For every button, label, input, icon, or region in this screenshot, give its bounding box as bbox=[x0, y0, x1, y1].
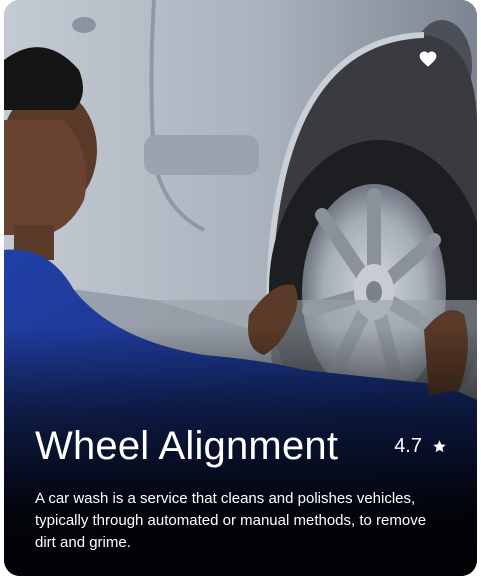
favorite-button[interactable] bbox=[415, 46, 441, 72]
service-card[interactable]: Wheel Alignment 4.7 A car wash is a serv… bbox=[4, 0, 477, 576]
heart-icon bbox=[418, 49, 438, 69]
title-row: Wheel Alignment 4.7 bbox=[35, 424, 449, 468]
card-content: Wheel Alignment 4.7 A car wash is a serv… bbox=[35, 424, 449, 554]
rating-value: 4.7 bbox=[394, 434, 422, 457]
rating: 4.7 bbox=[394, 435, 447, 458]
star-icon bbox=[432, 439, 447, 454]
service-title: Wheel Alignment bbox=[35, 424, 339, 468]
service-description: A car wash is a service that cleans and … bbox=[35, 490, 427, 551]
